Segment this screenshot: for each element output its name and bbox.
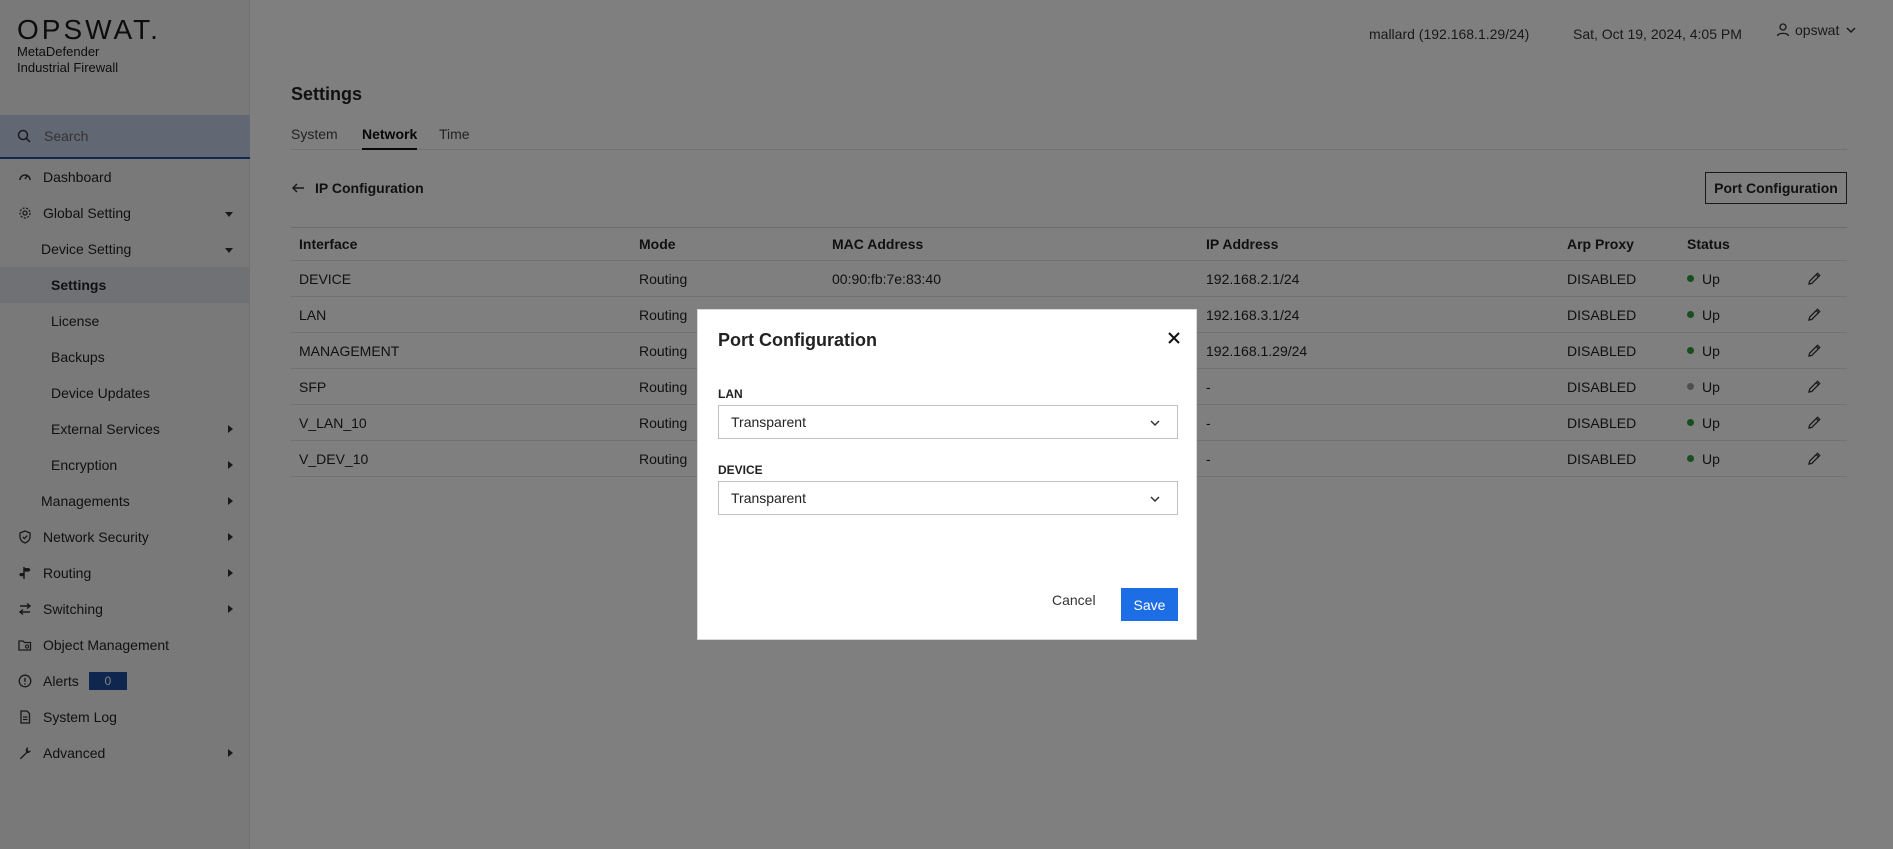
chevron-down-icon xyxy=(1150,496,1160,503)
device-mode-value: Transparent xyxy=(731,490,806,506)
lan-mode-select[interactable]: Transparent xyxy=(718,405,1178,439)
lan-mode-value: Transparent xyxy=(731,414,806,430)
close-icon[interactable] xyxy=(1166,330,1182,346)
port-configuration-dialog: Port Configuration LAN Transparent DEVIC… xyxy=(697,309,1197,640)
save-button[interactable]: Save xyxy=(1121,588,1178,621)
dialog-title: Port Configuration xyxy=(718,330,877,350)
device-field-label: DEVICE xyxy=(718,463,763,477)
cancel-button[interactable]: Cancel xyxy=(1052,592,1096,608)
chevron-down-icon xyxy=(1150,420,1160,427)
lan-field-label: LAN xyxy=(718,387,743,401)
device-mode-select[interactable]: Transparent xyxy=(718,481,1178,515)
